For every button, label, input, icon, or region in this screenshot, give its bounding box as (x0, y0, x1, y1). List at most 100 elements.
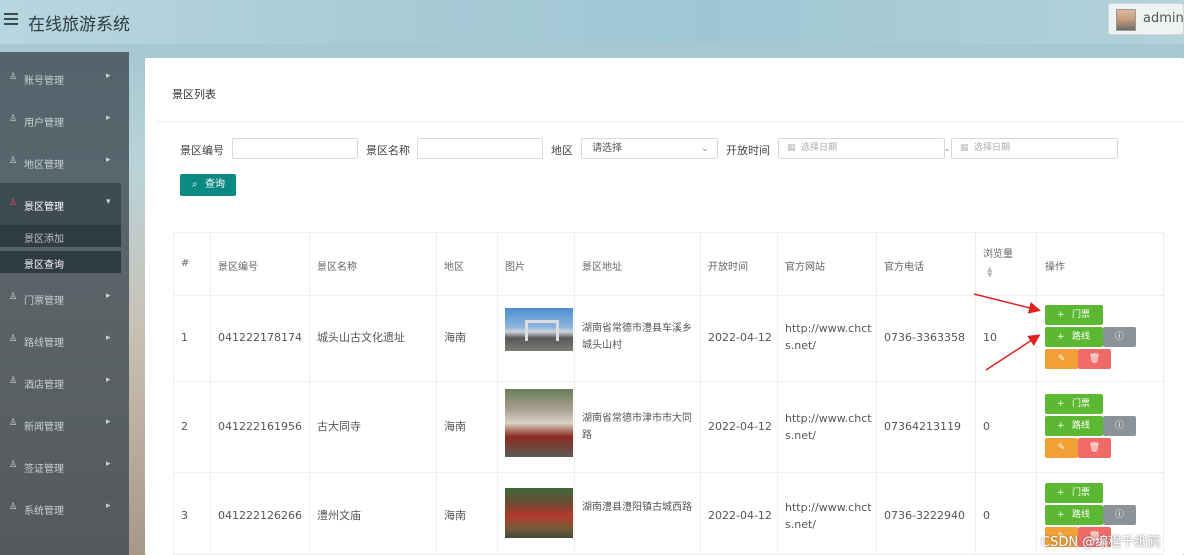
query-button[interactable]: ⌕ 查询 (180, 174, 236, 196)
route-button[interactable]: + 路线 (1045, 505, 1103, 525)
info-button[interactable]: ⓘ (1103, 505, 1136, 525)
start-date-input[interactable]: ▦ 选择日期 (778, 138, 945, 159)
user-icon: ♙ (9, 502, 18, 512)
user-icon: ♙ (9, 114, 18, 124)
row2-website: http://www.chcts.net/ (785, 412, 872, 442)
scenic-thumbnail (505, 389, 573, 457)
chevron-right-icon: ▸ (106, 375, 111, 385)
row3-website: http://www.chcts.net/ (785, 501, 872, 531)
row2-phone: 07364213119 (884, 420, 961, 433)
chevron-right-icon: ▸ (106, 71, 111, 81)
info-button[interactable]: ⓘ (1103, 327, 1136, 347)
watermark: CSDN @编程千纸鹤 (1041, 535, 1161, 550)
sidebar-subitem-query[interactable]: 景区查询 (0, 251, 121, 273)
sidebar-item-route[interactable]: ♙ 路线管理 ▸ (0, 319, 129, 361)
user-icon: ♙ (9, 198, 18, 208)
sidebar-item-news[interactable]: ♙ 新闻管理 ▸ (0, 403, 129, 445)
sidebar-subitem-add[interactable]: 景区添加 (0, 225, 121, 247)
chevron-right-icon: ▸ (106, 459, 111, 469)
calendar-icon: ▦ (787, 143, 796, 153)
info-icon: ⓘ (1114, 421, 1124, 431)
region-select-value: 请选择 (592, 143, 622, 154)
col-header-index: # (181, 258, 190, 269)
route-button[interactable]: + 路线 (1045, 416, 1103, 436)
chevron-right-icon: ▸ (106, 155, 111, 165)
chevron-right-icon: ▸ (106, 113, 111, 123)
sidebar-item-hotel[interactable]: ♙ 酒店管理 ▸ (0, 361, 129, 403)
scenic-thumbnail (505, 488, 573, 538)
delete-button[interactable]: 🗑 (1078, 438, 1111, 458)
menu-icon[interactable] (4, 13, 18, 27)
row1-name: 城头山古文化遗址 (317, 331, 405, 344)
sidebar-item-label: 新闻管理 (24, 422, 64, 433)
col-header-views[interactable]: 浏览量 (983, 245, 1013, 260)
row2-address: 湖南省常德市津市市大同路 (582, 413, 692, 441)
col-header-name: 景区名称 (317, 262, 357, 273)
sidebar-item-label: 路线管理 (24, 338, 64, 349)
user-menu[interactable]: admin (1108, 3, 1184, 35)
sidebar-item-account[interactable]: ♙ 账号管理 ▸ (0, 57, 129, 99)
ticket-button[interactable]: + 门票 (1045, 483, 1103, 503)
ticket-button[interactable]: + 门票 (1045, 305, 1103, 325)
panel-header: 景区列表 (157, 58, 1184, 122)
info-icon: ⓘ (1114, 510, 1124, 520)
sidebar-item-scenic[interactable]: ♙ 景区管理 ▾ (0, 183, 121, 225)
plus-icon: + (1057, 399, 1065, 409)
open-time-label: 开放时间 (726, 144, 770, 157)
row3-phone: 0736-3222940 (884, 509, 965, 522)
end-date-input[interactable]: ▦ 选择日期 (951, 138, 1118, 159)
plus-icon: + (1057, 332, 1065, 342)
row3-code: 041222126266 (218, 509, 302, 522)
sidebar-item-system[interactable]: ♙ 系统管理 ▸ (0, 487, 129, 529)
ticket-button[interactable]: + 门票 (1045, 394, 1103, 414)
col-header-website: 官方网站 (785, 262, 825, 273)
edit-button[interactable]: ✎ (1045, 438, 1078, 458)
user-icon: ♙ (9, 292, 18, 302)
region-select[interactable]: 请选择 ⌄ (581, 138, 718, 159)
sidebar-item-ticket[interactable]: ♙ 门票管理 ▸ (0, 277, 129, 319)
row1-index: 1 (181, 331, 188, 344)
user-icon: ♙ (9, 72, 18, 82)
app-title: 在线旅游系统 (28, 15, 130, 35)
sort-icon[interactable]: ▲ ▼ (987, 266, 992, 279)
delete-icon: 🗑 (1088, 443, 1101, 453)
delete-button[interactable]: 🗑 (1078, 349, 1111, 369)
chevron-right-icon: ▸ (106, 417, 111, 427)
col-header-open-time: 开放时间 (708, 262, 748, 273)
sidebar-item-label: 景区管理 (24, 202, 64, 213)
row1-views: 10 (983, 331, 997, 344)
row3-open-time: 2022-04-12 (708, 509, 772, 522)
user-icon: ♙ (9, 418, 18, 428)
row3-address: 湖南澧县澧阳镇古城西路 (582, 502, 692, 513)
sidebar-item-region[interactable]: ♙ 地区管理 ▸ (0, 141, 129, 183)
row1-website: http://www.chcts.net/ (785, 322, 872, 352)
edit-button[interactable]: ✎ (1045, 349, 1078, 369)
user-icon: ♙ (9, 156, 18, 166)
row3-views: 0 (983, 509, 990, 522)
row1-open-time: 2022-04-12 (708, 331, 772, 344)
code-input[interactable] (232, 138, 358, 159)
top-bar: 在线旅游系统 admin (0, 0, 1184, 44)
row2-code: 041222161956 (218, 420, 302, 433)
name-input[interactable] (417, 138, 543, 159)
route-button[interactable]: + 路线 (1045, 327, 1103, 347)
sidebar-item-users[interactable]: ♙ 用户管理 ▸ (0, 99, 129, 141)
plus-icon: + (1057, 510, 1065, 520)
date-separator: - (945, 143, 949, 156)
row2-region: 海南 (444, 420, 466, 433)
sidebar-item-label: 门票管理 (24, 296, 64, 307)
chevron-down-icon: ▾ (106, 197, 111, 207)
chevron-right-icon: ▸ (106, 333, 111, 343)
user-icon: ♙ (9, 334, 18, 344)
sidebar-item-label: 酒店管理 (24, 380, 64, 391)
chevron-right-icon: ▸ (106, 501, 111, 511)
info-button[interactable]: ⓘ (1103, 416, 1136, 436)
sidebar-item-visa[interactable]: ♙ 签证管理 ▸ (0, 445, 129, 487)
sidebar-item-label: 账号管理 (24, 76, 64, 87)
region-label: 地区 (551, 144, 573, 157)
col-header-code: 景区编号 (218, 262, 258, 273)
sidebar-item-label: 用户管理 (24, 118, 64, 129)
plus-icon: + (1057, 310, 1065, 320)
sidebar-item-label: 系统管理 (24, 506, 64, 517)
plus-icon: + (1057, 421, 1065, 431)
